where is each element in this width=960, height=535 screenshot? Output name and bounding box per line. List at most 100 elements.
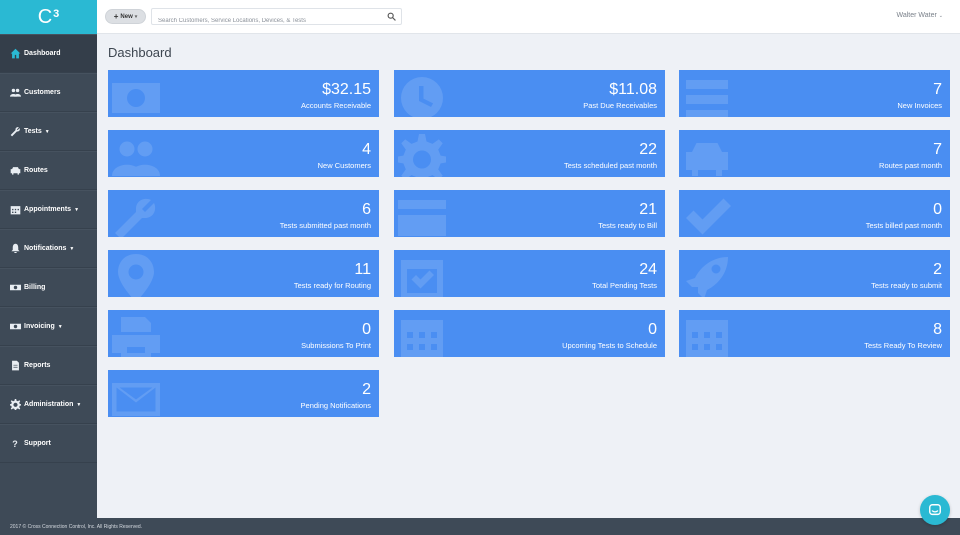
new-button[interactable]: + New ▾: [105, 9, 146, 24]
sidebar-item-tests[interactable]: Tests ▼: [0, 112, 97, 151]
chevron-down-icon: ▼: [74, 206, 80, 213]
sidebar-item-label: Administration: [24, 401, 74, 408]
tile-value: 6: [362, 201, 371, 218]
chevron-down-icon: ▾: [134, 13, 138, 20]
tile-value: 22: [639, 141, 657, 158]
calendar-icon: [394, 314, 450, 357]
tile-submissions-to-print[interactable]: 0 Submissions To Print: [108, 310, 379, 357]
sidebar-item-label: Routes: [24, 167, 48, 174]
tile-label: Tests ready to submit: [871, 281, 942, 290]
cog-icon: [9, 399, 21, 410]
users-icon: [9, 87, 21, 98]
tile-label: Accounts Receivable: [300, 101, 371, 110]
sidebar-item-label: Invoicing: [24, 323, 55, 330]
tile-value: 21: [639, 201, 657, 218]
chevron-down-icon: ▼: [44, 128, 50, 135]
plus-icon: +: [113, 12, 119, 21]
chat-button[interactable]: [920, 495, 950, 525]
tile-accounts-receivable[interactable]: $32.15 Accounts Receivable: [108, 70, 379, 117]
calendar-check-icon: [394, 254, 450, 297]
logo-text: C: [37, 5, 53, 28]
tile-new-customers[interactable]: 4 New Customers: [108, 130, 379, 177]
car-icon: [9, 165, 21, 176]
cog-icon: [394, 134, 450, 177]
sidebar-item-invoicing[interactable]: Invoicing ▼: [0, 307, 97, 346]
wrench-icon: [9, 126, 21, 137]
tile-value: 0: [362, 321, 371, 338]
bell-icon: [9, 243, 21, 254]
tile-label: New Invoices: [897, 101, 942, 110]
top-bar: + New ▾ Walter Water⌄: [97, 0, 960, 34]
map-marker-icon: [108, 254, 164, 297]
logo-sup: 3: [53, 8, 60, 20]
wrench-icon: [108, 194, 164, 237]
sidebar-item-support[interactable]: ? Support: [0, 424, 97, 463]
tile-routes-past-month[interactable]: 7 Routes past month: [679, 130, 950, 177]
tile-tests-billed[interactable]: 0 Tests billed past month: [679, 190, 950, 237]
tile-label: Tests Ready To Review: [864, 341, 942, 350]
tile-value: 4: [362, 141, 371, 158]
tile-value: $11.08: [609, 81, 657, 98]
app-logo[interactable]: C3: [0, 0, 97, 34]
tile-value: 2: [933, 261, 942, 278]
tile-past-due-receivables[interactable]: $11.08 Past Due Receivables: [394, 70, 665, 117]
tile-value: 0: [933, 201, 942, 218]
tile-label: Upcoming Tests to Schedule: [562, 341, 657, 350]
calendar-icon: [9, 204, 21, 215]
tile-tests-ready-to-bill[interactable]: 21 Tests ready to Bill: [394, 190, 665, 237]
sidebar-item-appointments[interactable]: Appointments ▼: [0, 190, 97, 229]
sidebar-item-dashboard[interactable]: Dashboard: [0, 34, 97, 73]
tile-label: Past Due Receivables: [583, 101, 657, 110]
sidebar-item-routes[interactable]: Routes: [0, 151, 97, 190]
new-button-label: New: [120, 13, 133, 20]
tile-tests-ready-to-submit[interactable]: 2 Tests ready to submit: [679, 250, 950, 297]
tile-label: Tests submitted past month: [279, 221, 371, 230]
credit-card-icon: [394, 194, 450, 237]
tile-label: Tests ready to Bill: [598, 221, 657, 230]
tile-label: New Customers: [317, 161, 371, 170]
sidebar-item-reports[interactable]: Reports: [0, 346, 97, 385]
list-icon: [679, 74, 735, 117]
calendar-icon: [679, 314, 735, 357]
sidebar-item-label: Tests: [24, 128, 42, 135]
tile-label: Tests ready for Routing: [293, 281, 371, 290]
tile-value: 8: [933, 321, 942, 338]
tile-upcoming-tests[interactable]: 0 Upcoming Tests to Schedule: [394, 310, 665, 357]
tile-tests-ready-to-review[interactable]: 8 Tests Ready To Review: [679, 310, 950, 357]
chevron-down-icon: ⌄: [938, 13, 943, 19]
sidebar-item-label: Reports: [24, 362, 51, 369]
money-icon: [9, 282, 21, 293]
tile-value: 7: [933, 141, 942, 158]
tile-label: Tests billed past month: [865, 221, 942, 230]
tile-tests-scheduled[interactable]: 22 Tests scheduled past month: [394, 130, 665, 177]
sidebar-item-customers[interactable]: Customers: [0, 73, 97, 112]
sidebar-item-notifications[interactable]: Notifications ▼: [0, 229, 97, 268]
sidebar-item-administration[interactable]: Administration ▼: [0, 385, 97, 424]
search-input[interactable]: [152, 13, 377, 29]
tile-new-invoices[interactable]: 7 New Invoices: [679, 70, 950, 117]
tile-label: Routes past month: [879, 161, 942, 170]
sidebar: C3 Dashboard Customers Tests ▼ Routes App…: [0, 0, 97, 518]
tile-value: $32.15: [322, 81, 371, 98]
page-title: Dashboard: [108, 45, 172, 60]
check-icon: [679, 194, 735, 237]
tile-label: Tests scheduled past month: [564, 161, 657, 170]
tile-tests-ready-for-routing[interactable]: 11 Tests ready for Routing: [108, 250, 379, 297]
users-icon: [108, 134, 164, 177]
search-icon[interactable]: [387, 12, 396, 21]
footer: 2017 © Cross Connection Control, Inc. Al…: [0, 518, 960, 535]
chat-icon: [929, 504, 941, 516]
chevron-down-icon: ▼: [57, 323, 63, 330]
tile-total-pending-tests[interactable]: 24 Total Pending Tests: [394, 250, 665, 297]
print-icon: [108, 314, 164, 357]
sidebar-item-billing[interactable]: Billing: [0, 268, 97, 307]
tile-pending-notifications[interactable]: 2 Pending Notifications: [108, 370, 379, 417]
sidebar-item-label: Billing: [24, 284, 46, 291]
sidebar-item-label: Dashboard: [24, 50, 61, 57]
clock-icon: [394, 74, 450, 117]
tile-tests-submitted[interactable]: 6 Tests submitted past month: [108, 190, 379, 237]
chevron-down-icon: ▼: [76, 401, 82, 408]
question-icon: ?: [12, 438, 18, 449]
user-menu[interactable]: Walter Water ⌄: [896, 12, 943, 19]
chevron-down-icon: ▼: [69, 245, 75, 252]
